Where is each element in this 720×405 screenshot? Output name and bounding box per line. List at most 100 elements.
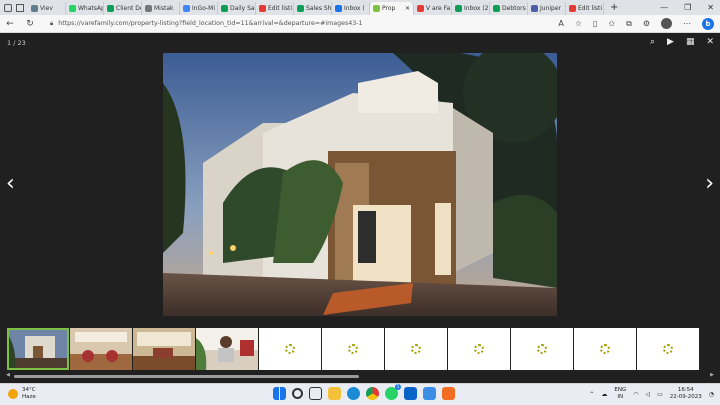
haze-sun-icon [8,389,18,399]
next-image-arrow[interactable]: › [705,173,714,195]
favorite-star-icon[interactable]: ☆ [575,19,582,28]
lock-icon[interactable]: 🔒︎ [50,20,53,28]
quickbooks-icon[interactable] [442,387,455,400]
thumbnail-10[interactable] [574,328,636,370]
chrome-icon[interactable] [366,387,379,400]
tab-label: Edit listi [268,5,293,12]
image-counter: 1 / 23 [7,39,26,47]
show-hidden-icons-icon[interactable]: ⌃ [589,391,594,398]
browser-tab[interactable]: Inbox ( [332,2,370,15]
tab-favicon-icon [417,5,424,12]
scrollbar-thumb[interactable] [14,375,359,378]
browser-tab[interactable]: Edit listi [566,2,604,15]
thumbnail-7[interactable] [385,328,447,370]
browser-tab[interactable]: Inbox (2 [452,2,490,15]
browser-tab[interactable]: Mistak [142,2,180,15]
volume-icon[interactable]: ◁ [645,391,650,398]
weather-condition: Haze [22,394,36,400]
thumbnail-2[interactable] [70,328,132,370]
tab-label: Debtors [502,5,526,12]
battery-icon[interactable]: ▭ [657,391,663,398]
tab-favicon-icon [569,5,576,12]
search-icon[interactable] [292,388,303,399]
outlook-icon[interactable] [404,387,417,400]
browser-tab[interactable]: Edit listi [256,2,294,15]
image-viewer: 1 / 23 ⌕ ▶ ▦ ✕ ‹ › ◀ ▶ [0,33,720,383]
workspaces-icon[interactable] [4,3,12,12]
browser-tab[interactable]: Daily Sa [218,2,256,15]
browser-tab[interactable]: Sales Sh [294,2,332,15]
thumbnail-6[interactable] [322,328,384,370]
favorites-icon[interactable]: ✩ [608,19,615,28]
zoom-icon[interactable]: ⌕ [650,37,655,47]
tab-favicon-icon [297,5,304,12]
tab-actions-icon[interactable] [16,3,24,12]
tab-label: Client De [116,5,142,12]
loading-spinner-icon [663,344,673,354]
split-screen-icon[interactable]: ▯ [593,19,597,28]
browser-tab[interactable]: Juniper [528,2,566,15]
scroll-right-icon[interactable]: ▶ [710,372,714,378]
previous-image-arrow[interactable]: ‹ [6,173,15,195]
profile-avatar[interactable] [661,18,672,29]
tab-favicon-icon [531,5,538,12]
clock[interactable]: 16:54 22-09-2023 [670,387,702,401]
address-bar: ← ↻ 🔒︎ https://varefamily.com/property-l… [0,15,720,33]
temperature: 34°C [22,387,36,393]
browser-tab[interactable]: Debtors [490,2,528,15]
thumbnail-9[interactable] [511,328,573,370]
calendar-icon[interactable] [423,387,436,400]
play-slideshow-icon[interactable]: ▶ [667,37,674,47]
thumbnail-1[interactable] [7,328,69,370]
file-explorer-icon[interactable] [328,387,341,400]
loading-spinner-icon [348,344,358,354]
close-viewer-icon[interactable]: ✕ [706,37,714,47]
read-aloud-icon[interactable]: A [558,19,563,28]
tab-favicon-icon [373,5,380,12]
browser-tab[interactable]: V are Fa [414,2,452,15]
main-property-photo [163,53,557,316]
url-field[interactable]: 🔒︎ https://varefamily.com/property-listi… [44,17,550,30]
thumbnail-scrollbar[interactable]: ◀ ▶ [6,372,714,379]
tab-favicon-icon [259,5,266,12]
refresh-icon[interactable]: ↻ [24,19,36,29]
tab-favicon-icon [221,5,228,12]
tab-label: Viev [40,5,53,12]
restore-icon[interactable]: ❐ [684,3,691,12]
edge-browser-icon[interactable] [347,387,360,400]
task-view-icon[interactable] [309,387,322,400]
more-options-icon[interactable]: ⋯ [683,19,691,28]
close-tab-icon[interactable]: ✕ [405,5,410,12]
thumbnail-4[interactable] [196,328,258,370]
tab-bar: Viev WhatsAp Client De Mistak InGo-Mi Daily S… [0,0,720,15]
extensions-icon[interactable]: ⚙ [643,19,650,28]
browser-tab[interactable]: Viev [28,2,66,15]
windows-start-icon[interactable] [273,387,286,400]
tab-favicon-icon [31,5,38,12]
url-text: https://varefamily.com/property-listing?… [58,20,363,27]
bing-copilot-icon[interactable]: b [702,17,714,30]
collections-icon[interactable]: ⧉ [626,19,632,29]
thumbnail-5[interactable] [259,328,321,370]
close-window-icon[interactable]: ✕ [707,3,714,12]
whatsapp-icon[interactable]: 5 [385,384,401,400]
browser-tab[interactable]: WhatsAp [66,2,104,15]
back-icon[interactable]: ← [4,19,16,29]
scroll-left-icon[interactable]: ◀ [6,372,10,378]
language-indicator[interactable]: ENG IN [614,387,626,401]
browser-tab[interactable]: Prop ✕ [370,2,414,15]
browser-tab[interactable]: InGo-Mi [180,2,218,15]
browser-tab[interactable]: Client De [104,2,142,15]
weather-widget[interactable]: 34°C Haze [8,387,36,401]
thumbnail-11[interactable] [637,328,699,370]
tab-label: Inbox ( [344,5,365,12]
thumbnails-grid-icon[interactable]: ▦ [686,37,695,47]
thumbnail-8[interactable] [448,328,510,370]
minimize-icon[interactable]: — [660,3,668,12]
thumbnail-3[interactable] [133,328,195,370]
onedrive-icon[interactable]: ☁ [601,391,607,398]
new-tab-button[interactable]: + [604,2,624,13]
wifi-icon[interactable]: ◠ [633,391,638,398]
notifications-icon[interactable]: ◔ [709,391,714,398]
tab-label: Juniper [540,5,562,12]
